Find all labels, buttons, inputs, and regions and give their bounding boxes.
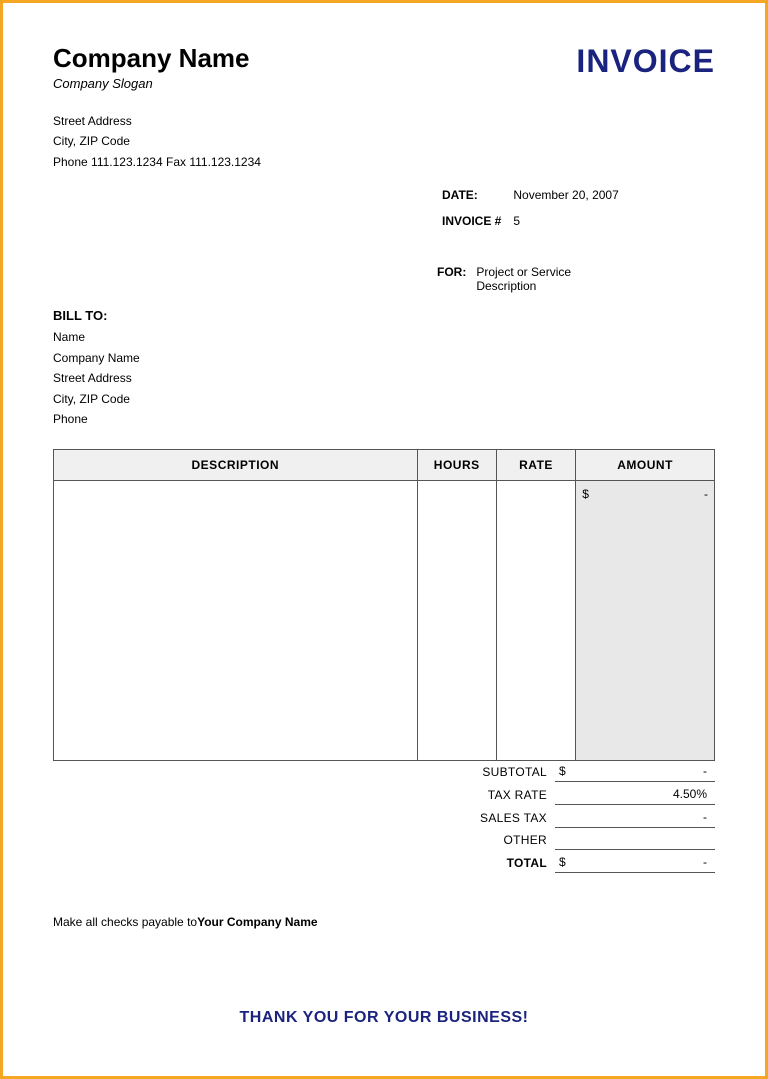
subtotal-row: SUBTOTAL $ - xyxy=(405,761,715,782)
description-cell xyxy=(54,481,418,761)
other-value xyxy=(555,830,715,850)
amount-cell: $ - xyxy=(576,481,715,761)
tax-rate-row: TAX RATE 4.50% xyxy=(405,784,715,805)
total-dollar: $ xyxy=(559,855,566,869)
header-section: Company Name Company Slogan INVOICE xyxy=(53,43,715,91)
rate-header: RATE xyxy=(496,450,575,481)
tax-rate-value: 4.50% xyxy=(555,784,715,805)
date-row: DATE: November 20, 2007 xyxy=(437,184,624,208)
street-address: Street Address xyxy=(53,111,715,131)
city-zip: City, ZIP Code xyxy=(53,131,715,151)
table-header-row: DESCRIPTION HOURS RATE AMOUNT xyxy=(54,450,715,481)
date-invoice-table: DATE: November 20, 2007 INVOICE # 5 xyxy=(435,182,626,235)
date-value: November 20, 2007 xyxy=(508,184,623,208)
company-slogan: Company Slogan xyxy=(53,76,250,91)
amount-value: $ - xyxy=(582,487,708,501)
bill-to-label: BILL TO: xyxy=(53,305,715,327)
for-label: FOR: xyxy=(437,265,474,293)
amount-dash: - xyxy=(704,487,708,501)
invoice-title: INVOICE xyxy=(576,43,715,80)
total-row: TOTAL $ - xyxy=(405,852,715,873)
for-line1: Project or Service xyxy=(476,265,571,279)
company-name: Company Name xyxy=(53,43,250,74)
for-line2: Description xyxy=(476,279,536,293)
subtotal-value: $ - xyxy=(555,761,715,782)
tax-rate-label: TAX RATE xyxy=(405,788,555,802)
hours-header: HOURS xyxy=(417,450,496,481)
bill-to-city-zip: City, ZIP Code xyxy=(53,389,715,409)
invoice-label: INVOICE # xyxy=(437,210,506,234)
totals-inner: SUBTOTAL $ - TAX RATE 4.50% SALES TAX - … xyxy=(405,761,715,875)
rate-cell xyxy=(496,481,575,761)
phone-fax: Phone 111.123.1234 Fax 111.123.1234 xyxy=(53,152,715,172)
for-value: Project or Service Description xyxy=(476,265,571,293)
total-label: TOTAL xyxy=(405,856,555,870)
invoice-number-row: INVOICE # 5 xyxy=(437,210,624,234)
sales-tax-row: SALES TAX - xyxy=(405,807,715,828)
thank-you-message: THANK YOU FOR YOUR BUSINESS! xyxy=(53,1009,715,1027)
total-value: $ - xyxy=(555,852,715,873)
for-table: FOR: Project or Service Description xyxy=(435,263,573,295)
dollar-sign: $ xyxy=(582,487,589,501)
checks-payable-name: Your Company Name xyxy=(197,915,317,929)
invoice-table: DESCRIPTION HOURS RATE AMOUNT $ - xyxy=(53,449,715,761)
subtotal-dollar: $ xyxy=(559,764,566,778)
date-label: DATE: xyxy=(437,184,506,208)
amount-header: AMOUNT xyxy=(576,450,715,481)
checks-payable-text: Make all checks payable to xyxy=(53,915,197,929)
bill-to-phone: Phone xyxy=(53,409,715,429)
subtotal-dash: - xyxy=(703,764,707,778)
company-info-left: Company Name Company Slogan xyxy=(53,43,250,91)
description-header: DESCRIPTION xyxy=(54,450,418,481)
bill-to-company: Company Name xyxy=(53,348,715,368)
right-meta-info: DATE: November 20, 2007 INVOICE # 5 FOR:… xyxy=(435,182,715,295)
totals-section: SUBTOTAL $ - TAX RATE 4.50% SALES TAX - … xyxy=(53,761,715,875)
other-row: OTHER xyxy=(405,830,715,850)
total-dash: - xyxy=(703,855,707,869)
invoice-value: 5 xyxy=(508,210,623,234)
bill-to-name: Name xyxy=(53,327,715,347)
company-address: Street Address City, ZIP Code Phone 111.… xyxy=(53,111,715,172)
subtotal-label: SUBTOTAL xyxy=(405,765,555,779)
sales-tax-value: - xyxy=(555,807,715,828)
hours-cell xyxy=(417,481,496,761)
bill-to-section: BILL TO: Name Company Name Street Addres… xyxy=(53,305,715,429)
table-row: $ - xyxy=(54,481,715,761)
for-row: FOR: Project or Service Description xyxy=(437,265,571,293)
other-label: OTHER xyxy=(405,833,555,847)
footer-checks-payable: Make all checks payable toYour Company N… xyxy=(53,915,715,929)
invoice-page: Company Name Company Slogan INVOICE Stre… xyxy=(0,0,768,1079)
sales-tax-label: SALES TAX xyxy=(405,811,555,825)
bill-to-street: Street Address xyxy=(53,368,715,388)
info-section: DATE: November 20, 2007 INVOICE # 5 FOR:… xyxy=(53,182,715,295)
